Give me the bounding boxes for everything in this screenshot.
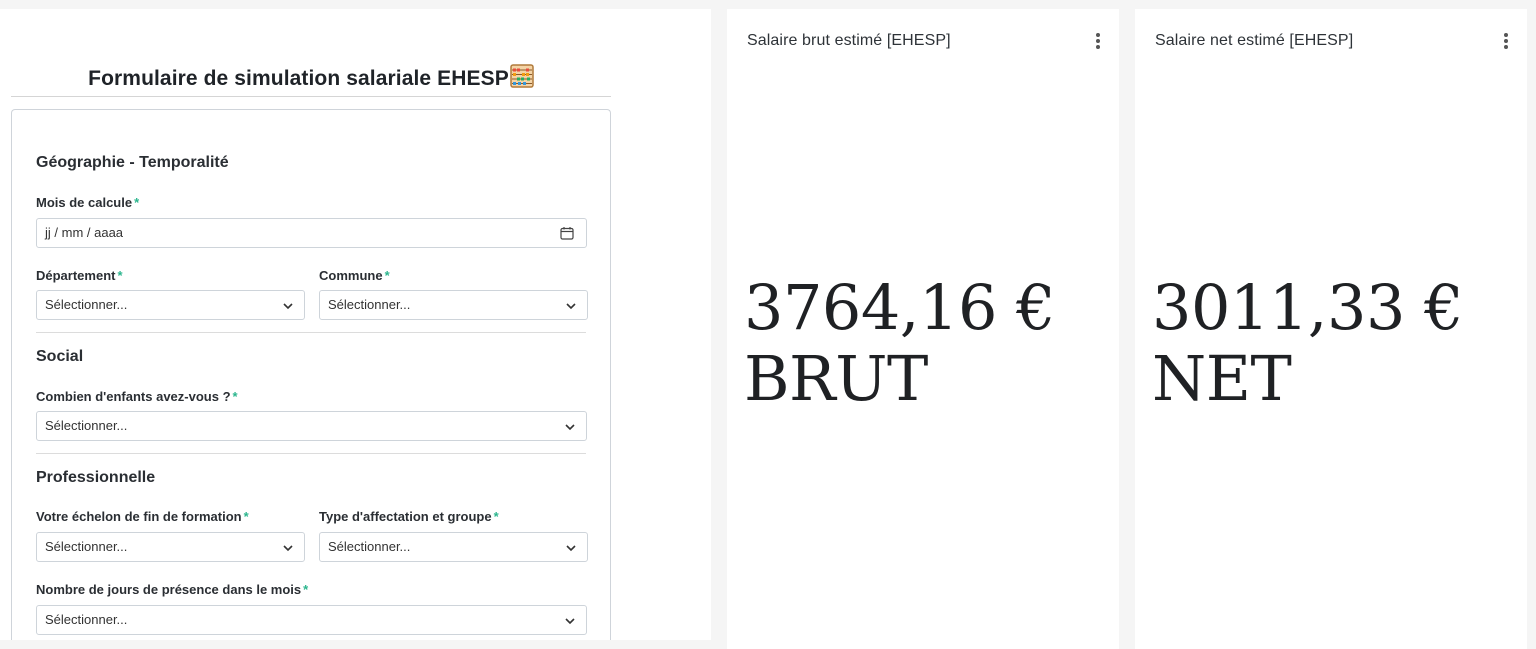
amount-net: 3011,33 €	[1152, 271, 1464, 344]
more-options-icon[interactable]	[1503, 32, 1509, 50]
card-salaire-brut: Salaire brut estimé [EHESP] 3764,16 € BR…	[727, 9, 1119, 649]
select-commune[interactable]: Sélectionner...	[319, 290, 588, 320]
select-value: Sélectionner...	[328, 297, 411, 312]
label-commune: Commune *	[319, 268, 390, 283]
label-jours: Nombre de jours de présence dans le mois…	[36, 582, 309, 597]
required-marker: *	[134, 195, 140, 210]
required-marker: *	[303, 582, 309, 597]
required-marker: *	[493, 509, 499, 524]
label-echelon: Votre échelon de fin de formation *	[36, 509, 249, 524]
label-enfants: Combien d'enfants avez-vous ? *	[36, 389, 238, 404]
card-title-brut: Salaire brut estimé [EHESP]	[747, 32, 951, 49]
select-value: Sélectionner...	[45, 297, 128, 312]
select-echelon[interactable]: Sélectionner...	[36, 532, 305, 562]
select-affectation[interactable]: Sélectionner...	[319, 532, 588, 562]
select-departement[interactable]: Sélectionner...	[36, 290, 305, 320]
more-options-icon[interactable]	[1095, 32, 1101, 50]
chevron-down-icon	[565, 618, 575, 625]
required-marker: *	[243, 509, 249, 524]
chevron-down-icon	[565, 424, 575, 431]
select-value: Sélectionner...	[45, 539, 128, 554]
select-value: Sélectionner...	[45, 612, 128, 627]
amount-brut: 3764,16 €	[744, 271, 1056, 344]
section-title-social: Social	[36, 348, 84, 365]
date-placeholder: jj / mm / aaaa	[45, 225, 124, 240]
section-divider	[36, 332, 586, 333]
abacus-icon	[510, 64, 534, 94]
salary-value-net: 3011,33 € NET	[1152, 271, 1464, 415]
select-jours[interactable]: Sélectionner...	[36, 605, 587, 635]
select-value: Sélectionner...	[45, 418, 128, 433]
simulation-form-panel: Formulaire de simulation salariale EHESP…	[0, 9, 711, 640]
title-divider	[11, 96, 611, 97]
form-title: Formulaire de simulation salariale EHESP	[11, 64, 611, 94]
card-title-net: Salaire net estimé [EHESP]	[1155, 32, 1354, 49]
salary-value-brut: 3764,16 € BRUT	[744, 271, 1056, 415]
section-title-geography: Géographie - Temporalité	[36, 154, 229, 171]
chevron-down-icon	[283, 303, 293, 310]
section-title-professional: Professionnelle	[36, 469, 156, 486]
section-divider	[36, 453, 586, 454]
unit-brut: BRUT	[744, 342, 928, 415]
calendar-icon[interactable]	[560, 226, 574, 240]
card-salaire-net: Salaire net estimé [EHESP] 3011,33 € NET	[1135, 9, 1527, 649]
unit-net: NET	[1152, 342, 1292, 415]
label-affectation: Type d'affectation et groupe *	[319, 509, 499, 524]
select-enfants[interactable]: Sélectionner...	[36, 411, 587, 441]
date-input-mois[interactable]: jj / mm / aaaa	[36, 218, 587, 248]
chevron-down-icon	[283, 545, 293, 552]
label-departement: Département *	[36, 268, 123, 283]
form-title-text: Formulaire de simulation salariale EHESP	[88, 67, 509, 90]
required-marker: *	[232, 389, 238, 404]
chevron-down-icon	[566, 545, 576, 552]
form-container: Géographie - Temporalité Mois de calcule…	[11, 109, 611, 640]
select-value: Sélectionner...	[328, 539, 411, 554]
required-marker: *	[384, 268, 390, 283]
required-marker: *	[117, 268, 123, 283]
label-mois: Mois de calcule *	[36, 195, 140, 210]
chevron-down-icon	[566, 303, 576, 310]
